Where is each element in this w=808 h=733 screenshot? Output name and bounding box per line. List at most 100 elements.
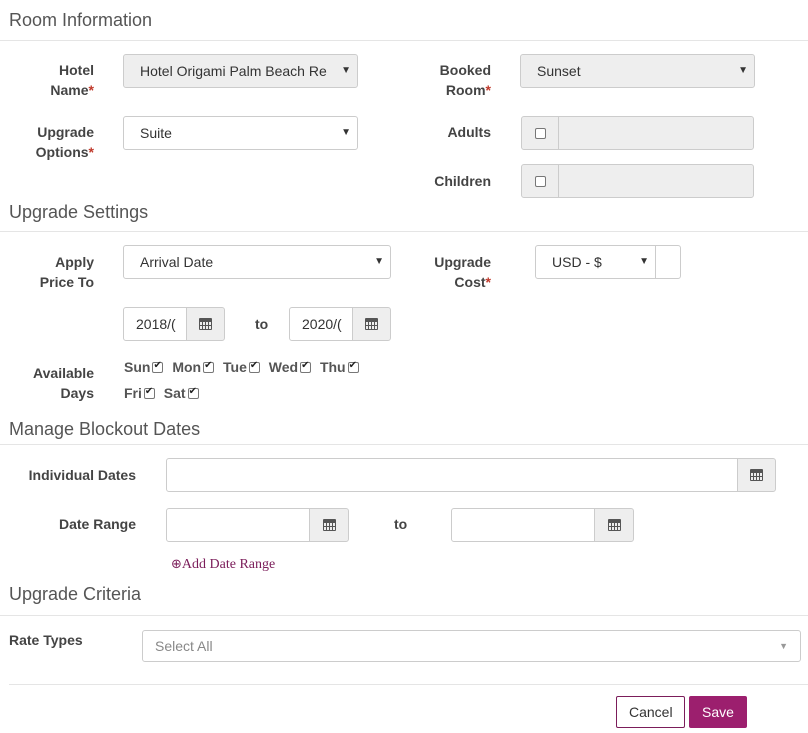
upgrade-options-select[interactable]: Suite ▼ <box>123 116 358 150</box>
to-label: to <box>255 316 269 332</box>
caret-down-icon: ▼ <box>738 65 748 76</box>
upgrade-cost-input[interactable] <box>655 245 681 279</box>
rate-types-label: Rate Types <box>9 632 83 648</box>
apply-price-select[interactable]: Arrival Date ▼ <box>123 245 391 279</box>
caret-down-icon: ▼ <box>374 256 384 267</box>
available-days-label-line2: Days <box>60 385 94 401</box>
day-tue[interactable]: Tue <box>223 359 260 375</box>
day-wed[interactable]: Wed <box>268 359 312 375</box>
divider <box>0 40 808 41</box>
date-range-to-calendar-button[interactable] <box>594 508 634 542</box>
section-title-upgrade-settings: Upgrade Settings <box>9 202 149 222</box>
day-label: Mon <box>172 359 202 375</box>
required-mark: * <box>485 82 491 98</box>
apply-price-label-line1: Apply <box>55 254 94 270</box>
day-label: Sat <box>163 385 186 401</box>
day-checkbox[interactable] <box>203 360 215 373</box>
section-title-upgrade-criteria: Upgrade Criteria <box>9 584 142 604</box>
booked-room-label-line1: Booked <box>439 62 491 78</box>
caret-down-icon: ▼ <box>779 641 788 651</box>
apply-price-label-line2: Price To <box>39 274 94 290</box>
date-range-to-input[interactable] <box>451 508 595 542</box>
date-range-from-input[interactable] <box>166 508 310 542</box>
day-sat[interactable]: Sat <box>164 385 199 401</box>
day-sun[interactable]: Sun <box>124 359 164 375</box>
divider <box>0 615 808 616</box>
upgrade-cost-label-line2: Cost <box>454 274 486 290</box>
currency-value: USD - $ <box>552 254 602 270</box>
individual-dates-input[interactable] <box>166 458 738 492</box>
individual-dates-label: Individual Dates <box>28 467 136 483</box>
available-days-group: Sun Mon Tue Wed Thu Fri Sat <box>124 359 384 405</box>
booked-room-label: Booked Room* <box>390 60 491 100</box>
currency-select[interactable]: USD - $ ▼ <box>535 245 656 279</box>
booked-room-label-line2: Room <box>445 82 486 98</box>
children-label: Children <box>434 173 491 189</box>
day-checkbox[interactable] <box>152 360 164 373</box>
caret-down-icon: ▼ <box>341 127 351 138</box>
plus-circle-icon: ⊕ <box>171 557 182 572</box>
day-fri[interactable]: Fri <box>124 385 155 401</box>
date-from-input[interactable]: 2018/( <box>123 307 187 341</box>
upgrade-options-label: Upgrade Options* <box>0 122 94 162</box>
section-title-manage-blockout: Manage Blockout Dates <box>9 419 201 439</box>
hotel-name-select[interactable]: Hotel Origami Palm Beach Re ▼ <box>123 54 358 88</box>
upgrade-cost-label: Upgrade Cost* <box>390 252 491 292</box>
day-checkbox[interactable] <box>187 386 199 399</box>
add-date-range-link[interactable]: ⊕Add Date Range <box>171 557 275 573</box>
day-checkbox[interactable] <box>300 360 312 373</box>
save-button[interactable]: Save <box>689 696 747 728</box>
available-days-label-line1: Available <box>33 365 94 381</box>
upgrade-cost-label-line1: Upgrade <box>434 254 491 270</box>
adults-checkbox[interactable] <box>534 127 546 139</box>
calendar-icon <box>365 318 378 330</box>
add-date-range-label: Add Date Range <box>181 557 276 572</box>
adults-input[interactable] <box>558 116 754 150</box>
children-input[interactable] <box>558 164 754 198</box>
required-mark: * <box>88 82 94 98</box>
date-from-calendar-button[interactable] <box>186 307 225 341</box>
upgrade-options-value: Suite <box>140 125 172 141</box>
to-label: to <box>394 516 408 532</box>
children-checkbox[interactable] <box>534 175 546 187</box>
children-checkbox-addon <box>521 164 559 198</box>
apply-price-value: Arrival Date <box>140 254 214 270</box>
adults-label: Adults <box>447 124 491 140</box>
divider <box>9 684 808 685</box>
date-range-label: Date Range <box>58 516 136 532</box>
day-mon[interactable]: Mon <box>172 359 215 375</box>
booked-room-select[interactable]: Sunset ▼ <box>520 54 755 88</box>
hotel-name-label-line1: Hotel <box>59 62 94 78</box>
day-label: Sun <box>124 359 151 375</box>
hotel-name-value: Hotel Origami Palm Beach Re <box>140 63 327 79</box>
date-to-calendar-button[interactable] <box>352 307 391 341</box>
rate-types-placeholder: Select All <box>155 638 213 654</box>
calendar-icon <box>750 469 763 481</box>
adults-checkbox-addon <box>521 116 559 150</box>
calendar-icon <box>199 318 212 330</box>
required-mark: * <box>485 274 491 290</box>
day-label: Fri <box>124 385 142 401</box>
day-label: Wed <box>268 359 299 375</box>
individual-dates-calendar-button[interactable] <box>737 458 776 492</box>
date-to-value: 2020/( <box>302 316 342 332</box>
divider <box>0 444 808 445</box>
date-range-from-calendar-button[interactable] <box>309 508 349 542</box>
day-checkbox[interactable] <box>143 386 155 399</box>
day-thu[interactable]: Thu <box>320 359 359 375</box>
booked-room-value: Sunset <box>537 63 581 79</box>
day-checkbox[interactable] <box>248 360 260 373</box>
available-days-label: Available Days <box>0 363 94 403</box>
rate-types-select[interactable]: Select All ▼ <box>142 630 801 662</box>
divider <box>0 231 808 232</box>
calendar-icon <box>607 519 621 531</box>
apply-price-label: Apply Price To <box>0 252 94 292</box>
date-to-input[interactable]: 2020/( <box>289 307 353 341</box>
caret-down-icon: ▼ <box>639 256 649 267</box>
day-label: Tue <box>223 359 247 375</box>
date-from-value: 2018/( <box>136 316 176 332</box>
caret-down-icon: ▼ <box>341 65 351 76</box>
cancel-button[interactable]: Cancel <box>616 696 685 728</box>
day-checkbox[interactable] <box>347 360 359 373</box>
section-title-room-information: Room Information <box>9 10 153 30</box>
